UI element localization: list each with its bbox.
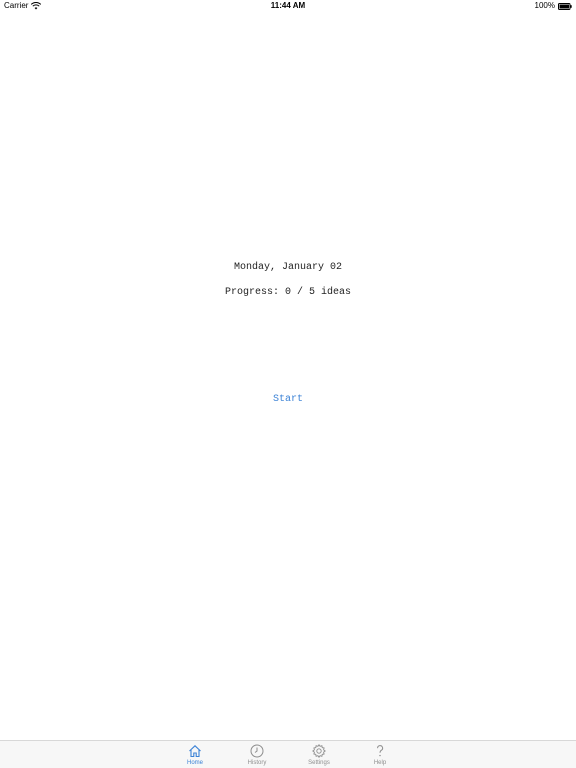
home-screen: Monday, January 02 Progress: 0 / 5 ideas… [0, 12, 576, 740]
battery-icon [558, 2, 572, 10]
tab-settings[interactable]: Settings [299, 742, 339, 768]
tab-label: Home [186, 760, 203, 766]
tab-bar: Home History Settings Help [0, 740, 576, 768]
question-icon [377, 745, 384, 757]
start-button[interactable]: Start [0, 394, 576, 405]
gear-icon [312, 744, 326, 758]
status-bar: Carrier 11:44 AM 100% [0, 0, 576, 12]
tab-label: History [247, 760, 267, 766]
battery-percent: 100% [534, 1, 555, 10]
tab-label: Settings [308, 760, 330, 766]
status-right: 100% [535, 0, 572, 12]
status-time: 11:44 AM [270, 1, 306, 10]
tab-home[interactable]: Home [175, 742, 215, 768]
tab-label: Help [373, 760, 387, 766]
tab-history[interactable]: History [237, 742, 277, 768]
tab-help[interactable]: Help [360, 742, 400, 768]
progress-label: Progress: 0 / 5 ideas [224, 287, 352, 298]
home-icon [189, 745, 201, 758]
date-label: Monday, January 02 [233, 262, 343, 273]
clock-icon [250, 744, 264, 758]
